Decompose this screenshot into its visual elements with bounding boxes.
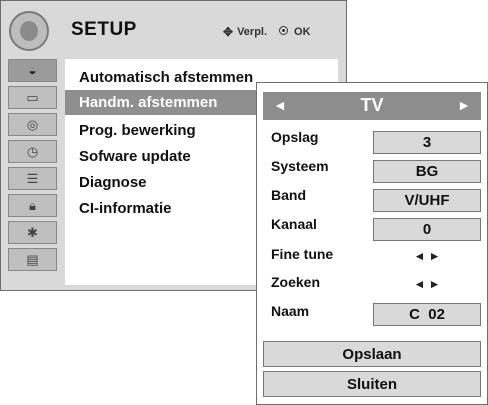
menu-item-diagnose[interactable]: Diagnose	[65, 170, 147, 195]
ok-button-icon	[279, 26, 290, 38]
source-selector[interactable]: ◄ TV ►	[263, 92, 481, 120]
right-arrow-icon[interactable]: ►	[457, 97, 471, 113]
navigation-hint: ✥ Verpl. OK	[223, 25, 311, 39]
input-icon[interactable]: ✱	[8, 221, 57, 244]
ok-hint-label: OK	[294, 26, 311, 38]
setup-header: SETUP ✥ Verpl. OK	[1, 1, 346, 59]
menu-item-sofware-update[interactable]: Sofware update	[65, 144, 191, 169]
systeem-label: Systeem	[271, 158, 329, 174]
menu-item-automatisch-afstemmen[interactable]: Automatisch afstemmen	[65, 65, 253, 90]
audio-icon[interactable]: ◎	[8, 113, 57, 136]
zoeken-label: Zoeken	[271, 274, 321, 290]
naam-label: Naam	[271, 303, 310, 319]
category-icon-column: ◒ ▭ ◎ ◷ ☰ 🔒︎ ✱ ▤	[8, 59, 57, 275]
move-hint-label: Verpl.	[237, 26, 268, 38]
save-button[interactable]: Opslaan	[263, 341, 481, 367]
source-label: TV	[360, 95, 384, 115]
naam-field[interactable]: C 02	[373, 303, 481, 326]
close-button[interactable]: Sluiten	[263, 371, 481, 397]
band-field[interactable]: V/UHF	[373, 189, 481, 212]
move-arrows-icon: ✥	[223, 25, 234, 39]
kanaal-label: Kanaal	[271, 216, 317, 232]
kanaal-field[interactable]: 0	[373, 218, 481, 241]
options-icon[interactable]: ☰	[8, 167, 57, 190]
satellite-dish-icon[interactable]: ◒	[8, 59, 57, 82]
opslag-label: Opslag	[271, 129, 319, 145]
picture-icon[interactable]: ▭	[8, 86, 57, 109]
clock-icon[interactable]: ◷	[8, 140, 57, 163]
manual-tuning-panel: ◄ TV ► Opslag 3 Systeem BG Band V/UHF Ka…	[256, 82, 488, 405]
systeem-field[interactable]: BG	[373, 160, 481, 183]
menu-item-prog-bewerking[interactable]: Prog. bewerking	[65, 118, 196, 143]
fine-tune-label: Fine tune	[271, 246, 334, 262]
usb-icon[interactable]: ▤	[8, 248, 57, 271]
band-label: Band	[271, 187, 306, 203]
setup-badge-icon	[9, 11, 49, 51]
zoeken-control[interactable]: ◄ ►	[373, 277, 481, 291]
menu-item-ci-informatie[interactable]: CI-informatie	[65, 196, 172, 221]
fine-tune-control[interactable]: ◄ ►	[373, 249, 481, 263]
page-title: SETUP	[71, 19, 137, 40]
lock-icon[interactable]: 🔒︎	[8, 194, 57, 217]
opslag-field[interactable]: 3	[373, 131, 481, 154]
